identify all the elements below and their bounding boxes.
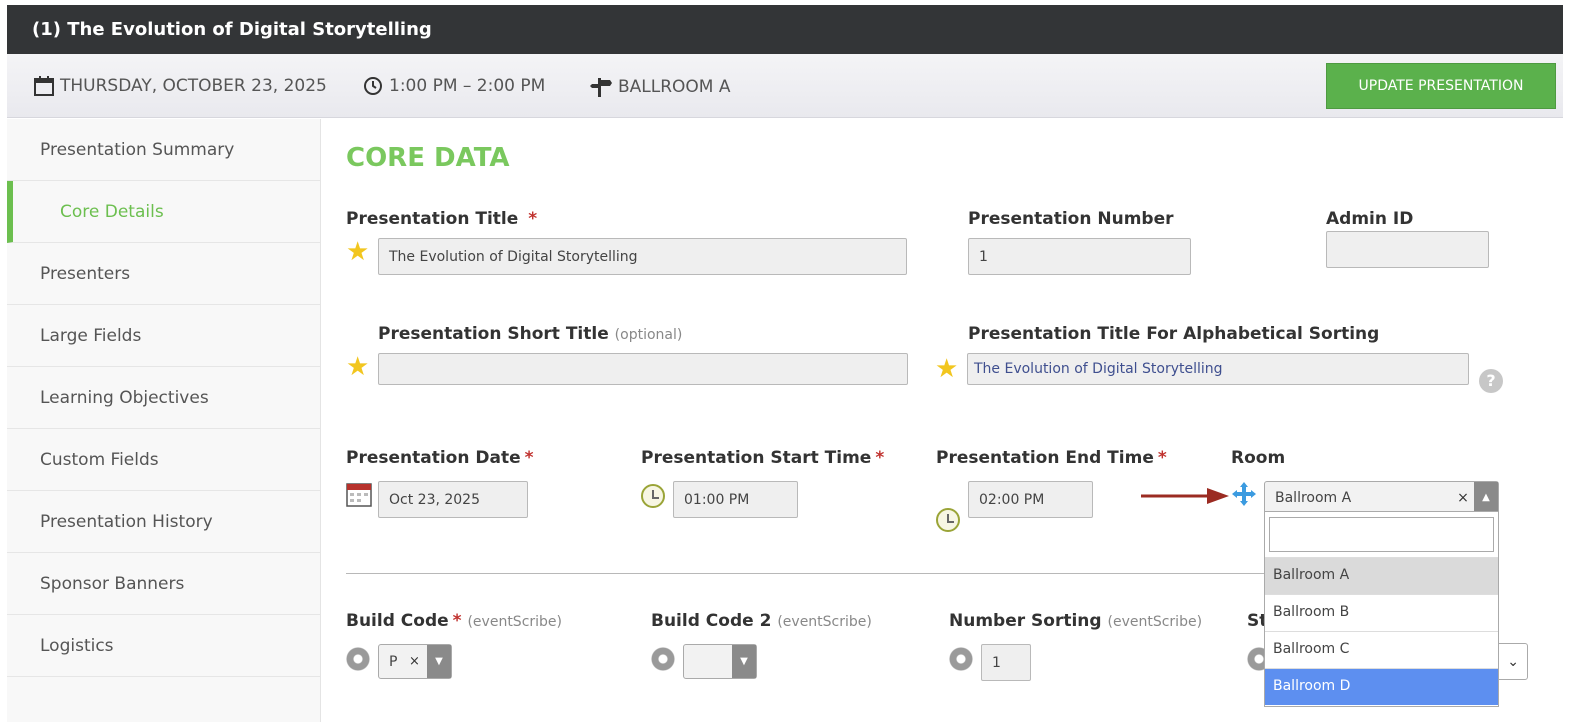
build-code-2-label: Build Code 2 (eventScribe) [651, 611, 872, 631]
info-date: THURSDAY, OCTOBER 23, 2025 [34, 76, 327, 96]
build-code-label: Build Code * (eventScribe) [346, 611, 562, 631]
presentation-date-label-text: Presentation Date [346, 448, 521, 468]
presentation-date-label: Presentation Date * [346, 448, 534, 468]
required-mark: * [452, 611, 462, 631]
build-code-2-label-text: Build Code 2 [651, 611, 772, 631]
arrow-indicator-icon [1141, 488, 1229, 504]
presentation-number-label: Presentation Number [968, 209, 1174, 229]
sidebar-item-logistics[interactable]: Logistics [7, 615, 320, 677]
admin-id-label: Admin ID [1326, 209, 1414, 229]
presentation-title-label: Presentation Title * [346, 209, 537, 229]
chevron-down-icon[interactable]: ▼ [427, 645, 451, 678]
short-title-label: Presentation Short Title (optional) [378, 324, 682, 344]
sidebar-item-learning-objectives[interactable]: Learning Objectives [7, 367, 320, 429]
eventscribe-note: (eventScribe) [777, 614, 872, 630]
required-mark: * [524, 448, 534, 468]
room-dropdown: Ballroom A Ballroom B Ballroom C Ballroo… [1264, 511, 1499, 707]
star-icon[interactable]: ★ [935, 356, 958, 382]
sidebar-item-presentation-history[interactable]: Presentation History [7, 491, 320, 553]
admin-id-input[interactable] [1326, 231, 1489, 268]
build-code-2-select[interactable]: ▼ [683, 644, 757, 679]
help-icon[interactable]: ? [1479, 369, 1503, 393]
calendar-icon [34, 76, 54, 96]
info-time-text: 1:00 PM – 2:00 PM [389, 76, 546, 96]
info-room-text: BALLROOM A [618, 77, 731, 97]
core-data-panel: CORE DATA Presentation Title * ★ The Evol… [346, 119, 1556, 722]
start-time-label-text: Presentation Start Time [641, 448, 872, 468]
room-label: Room [1231, 448, 1286, 468]
move-icon[interactable] [1231, 481, 1257, 507]
required-mark: * [1157, 448, 1167, 468]
number-sorting-label-text: Number Sorting [949, 611, 1102, 631]
eventscribe-note: (eventScribe) [1107, 614, 1203, 630]
start-time-input[interactable]: 01:00 PM [673, 481, 798, 518]
presentation-title-label-text: Presentation Title [346, 209, 519, 229]
number-sorting-label: Number Sorting (eventScribe) [949, 611, 1202, 631]
presentation-date-input[interactable]: Oct 23, 2025 [378, 481, 528, 518]
clock-picker-icon[interactable] [936, 508, 960, 532]
info-bar: THURSDAY, OCTOBER 23, 2025 1:00 PM – 2:0… [7, 54, 1563, 118]
info-room: BALLROOM A [590, 76, 731, 98]
room-option-ballroom-d[interactable]: Ballroom D [1265, 668, 1498, 705]
gear-icon[interactable] [651, 647, 675, 671]
clock-icon [364, 77, 382, 95]
sidebar-item-sponsor-banners[interactable]: Sponsor Banners [7, 553, 320, 615]
sort-title-textarea[interactable]: The Evolution of Digital Storytelling [967, 353, 1469, 385]
info-date-text: THURSDAY, OCTOBER 23, 2025 [60, 76, 327, 96]
clear-icon[interactable]: × [1452, 490, 1474, 506]
room-option-ballroom-a[interactable]: Ballroom A [1265, 557, 1498, 594]
chevron-down-icon[interactable]: ▼ [732, 645, 756, 678]
build-code-select[interactable]: P × ▼ [378, 644, 452, 679]
app-frame: (1) The Evolution of Digital Storytellin… [7, 5, 1563, 722]
end-time-label: Presentation End Time * [936, 448, 1167, 468]
end-time-input[interactable]: 02:00 PM [968, 481, 1093, 518]
star-icon[interactable]: ★ [346, 239, 369, 265]
star-icon[interactable]: ★ [346, 354, 369, 380]
short-title-input[interactable] [378, 353, 908, 385]
clear-icon[interactable]: × [409, 654, 427, 669]
presentation-number-input[interactable]: 1 [968, 238, 1191, 275]
chevron-up-icon[interactable]: ▲ [1474, 482, 1498, 513]
room-search-input[interactable] [1269, 517, 1494, 552]
optional-note: (optional) [614, 327, 683, 343]
build-code-label-text: Build Code [346, 611, 449, 631]
sidebar-item-custom-fields[interactable]: Custom Fields [7, 429, 320, 491]
sidebar-item-core-details[interactable]: Core Details [7, 181, 320, 243]
sidebar: Presentation Summary Core Details Presen… [7, 119, 321, 722]
end-time-label-text: Presentation End Time [936, 448, 1154, 468]
calendar-picker-icon[interactable] [346, 481, 372, 507]
required-mark: * [875, 448, 885, 468]
update-presentation-button[interactable]: UPDATE PRESENTATION [1326, 63, 1556, 109]
short-title-label-text: Presentation Short Title [378, 324, 609, 344]
section-divider [346, 573, 1264, 574]
info-time: 1:00 PM – 2:00 PM [363, 76, 545, 96]
sidebar-item-presentation-summary[interactable]: Presentation Summary [7, 119, 320, 181]
room-select-value: Ballroom A [1275, 489, 1352, 506]
required-mark: * [528, 209, 538, 229]
room-option-ballroom-c[interactable]: Ballroom C [1265, 631, 1498, 668]
signpost-icon [590, 78, 612, 97]
page-title: (1) The Evolution of Digital Storytellin… [7, 5, 1563, 54]
build-code-value: P [389, 653, 398, 670]
start-time-label: Presentation Start Time * [641, 448, 884, 468]
gear-icon[interactable] [949, 647, 973, 671]
section-heading: CORE DATA [346, 143, 510, 173]
presentation-title-input[interactable]: The Evolution of Digital Storytelling [378, 238, 907, 275]
number-sorting-input[interactable]: 1 [981, 644, 1031, 681]
sidebar-item-large-fields[interactable]: Large Fields [7, 305, 320, 367]
sidebar-item-presenters[interactable]: Presenters [7, 243, 320, 305]
room-select[interactable]: Ballroom A × ▲ [1264, 481, 1499, 514]
room-option-ballroom-b[interactable]: Ballroom B [1265, 594, 1498, 631]
chevron-down-icon[interactable]: ⌄ [1507, 654, 1519, 670]
eventscribe-note: (eventScribe) [467, 614, 562, 630]
gear-icon[interactable] [346, 647, 370, 671]
sort-title-label: Presentation Title For Alphabetical Sort… [968, 324, 1380, 344]
clock-picker-icon[interactable] [641, 484, 665, 508]
